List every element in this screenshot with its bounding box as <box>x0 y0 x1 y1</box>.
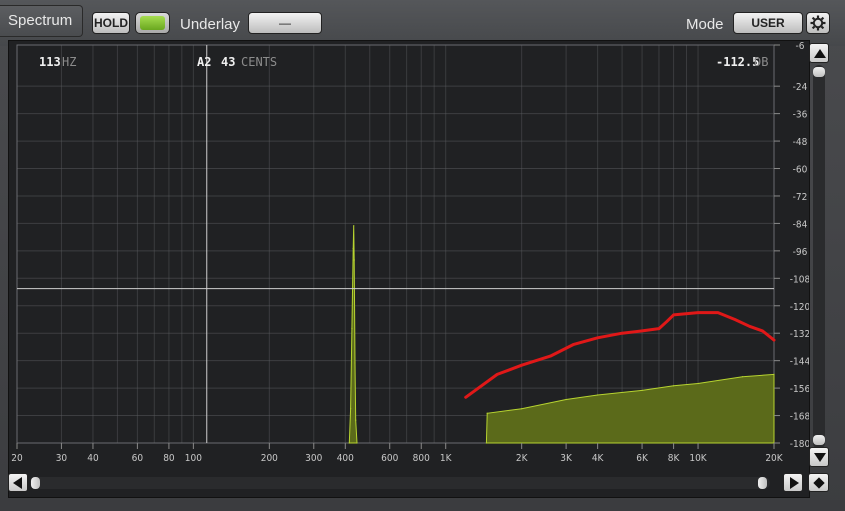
x-tick-label: 1K <box>440 453 453 464</box>
x-tick-label: 40 <box>87 453 99 464</box>
x-tick-label: 60 <box>132 453 144 464</box>
spectrum-point <box>348 442 350 444</box>
horizontal-scroll-thumb-right[interactable] <box>758 477 767 489</box>
x-tick-label: 4K <box>592 453 605 464</box>
hold-button[interactable]: HOLD <box>92 12 130 34</box>
scroll-up-button[interactable] <box>809 43 829 63</box>
horizontal-scroll-track[interactable] <box>30 477 770 489</box>
plot-border <box>16 44 775 444</box>
y-tick-label: -84 <box>793 219 808 230</box>
spectrum-point <box>351 328 353 330</box>
spectrum-point <box>597 394 599 396</box>
arrow-down-icon <box>814 453 826 462</box>
hold-button-label: HOLD <box>94 16 128 30</box>
y-tick-label: -168 <box>790 412 809 423</box>
spectrum-display[interactable]: -6 -24 -36 -48 -60 -72 -84 -96 -108 -120 -132 -144 -… <box>8 40 810 498</box>
y-tick-label: -156 <box>790 384 809 395</box>
x-tick-label: 2K <box>516 453 529 464</box>
y-tick-label: -36 <box>793 110 808 121</box>
x-tick-label: 20K <box>765 453 783 464</box>
hold-indicator-toggle[interactable] <box>135 12 170 34</box>
mode-select-value: USER <box>751 16 785 30</box>
underlay-select[interactable]: — <box>248 12 322 34</box>
arrow-left-icon <box>13 477 22 489</box>
mode-label: Mode <box>686 16 724 33</box>
spectrum-point <box>354 362 356 364</box>
y-tick-label: -6 <box>796 41 805 52</box>
spectrum-point <box>741 376 744 378</box>
spectrum-chart[interactable]: -6 -24 -36 -48 -60 -72 -84 -96 -108 -120 -132 -144 -… <box>9 41 809 497</box>
x-tick-label: 600 <box>381 453 398 464</box>
spectrum-point <box>773 373 775 375</box>
spectrum-point <box>352 247 354 250</box>
scroll-left-button[interactable] <box>8 473 28 492</box>
x-tick-label: 8K <box>668 453 681 464</box>
spectrum-point <box>355 419 357 421</box>
zoom-reset-button[interactable] <box>808 473 829 492</box>
scroll-down-button[interactable] <box>809 447 829 467</box>
spectrum-point <box>641 389 643 391</box>
spectrum-point <box>353 225 355 227</box>
arrow-up-icon <box>814 49 826 58</box>
x-tick-label: 10K <box>689 453 707 464</box>
y-tick-label: -144 <box>790 357 809 368</box>
y-tick-label: -132 <box>790 329 809 340</box>
vertical-scroll-thumb-bottom[interactable] <box>813 435 825 445</box>
y-tick-label: -24 <box>793 82 808 93</box>
vertical-scroll-track[interactable] <box>813 65 825 449</box>
x-tick-label: 200 <box>261 453 278 464</box>
vertical-scroll-thumb-top[interactable] <box>813 67 825 77</box>
spectrum-tab-label: Spectrum <box>8 12 73 29</box>
y-tick-label: -96 <box>793 247 808 258</box>
x-tick-label: 3K <box>560 453 573 464</box>
frequency-readout: 113 <box>39 55 61 69</box>
settings-button[interactable] <box>806 12 830 34</box>
spectrum-point <box>565 398 567 401</box>
x-tick-label: 20 <box>11 453 23 464</box>
x-tick-label: 800 <box>413 453 430 464</box>
spectrum-point <box>521 408 523 410</box>
spectrum-point <box>486 412 488 414</box>
y-tick-label: -108 <box>790 274 809 285</box>
vertical-scrollbar[interactable] <box>808 42 830 468</box>
underlay-label: Underlay <box>180 16 241 33</box>
spectrum-point <box>672 385 675 387</box>
spectrum-noise-area <box>485 373 775 444</box>
horizontal-scroll-thumb-left[interactable] <box>31 477 40 489</box>
level-unit: DB <box>754 55 769 69</box>
gear-icon <box>810 15 826 31</box>
spectrum-point <box>697 382 699 385</box>
horizontal-scrollbar[interactable] <box>8 473 833 493</box>
spectrum-point <box>350 408 352 410</box>
arrow-right-icon <box>790 477 799 489</box>
x-tick-label: 30 <box>56 453 68 464</box>
bottom-panel-strip <box>0 500 845 511</box>
frequency-unit: HZ <box>62 55 77 69</box>
spectrum-peak-area <box>348 225 358 444</box>
x-tick-label: 400 <box>337 453 354 464</box>
spectrum-tab[interactable]: Spectrum <box>0 5 83 37</box>
x-tick-label: 6K <box>636 453 649 464</box>
spectrum-point <box>353 259 355 261</box>
y-tick-label: -180 <box>790 439 809 450</box>
hold-indicator-led <box>140 16 165 30</box>
y-tick-label: -48 <box>793 137 808 148</box>
y-tick-label: -120 <box>790 302 809 313</box>
underlay-select-value: — <box>279 16 291 30</box>
x-tick-label: 100 <box>185 453 202 464</box>
note-readout: A2 <box>197 55 212 69</box>
cents-readout: 43 <box>221 55 236 69</box>
spectrum-point <box>485 442 488 444</box>
x-tick-label: 80 <box>163 453 175 464</box>
x-tick-label: 300 <box>305 453 322 464</box>
spectrum-point <box>356 442 358 444</box>
y-tick-label: -72 <box>793 192 808 203</box>
mode-select[interactable]: USER <box>733 12 803 34</box>
spectrum-analyzer-window: Spectrum HOLD Underlay — Mode USER -6 -2… <box>0 0 845 511</box>
level-readout: -112.5 <box>716 55 760 69</box>
cents-unit: CENTS <box>241 55 278 69</box>
scroll-right-button[interactable] <box>783 473 803 492</box>
y-tick-label: -60 <box>793 165 808 176</box>
diamond-icon <box>813 477 825 489</box>
